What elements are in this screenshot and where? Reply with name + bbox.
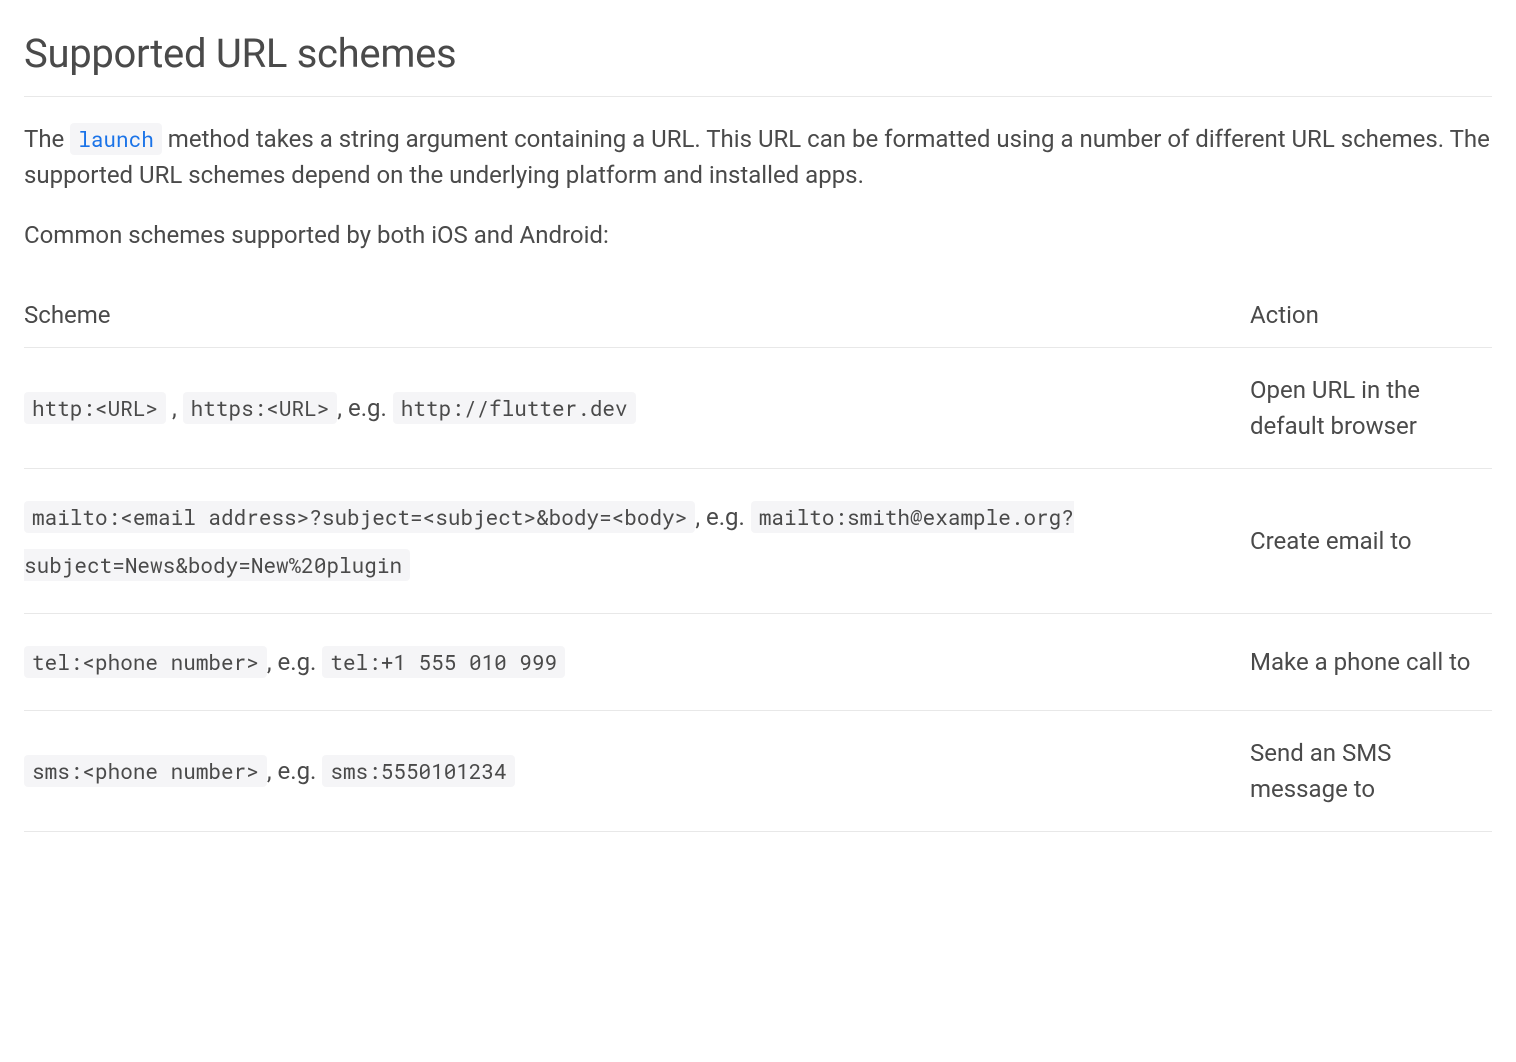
scheme-code: http:<URL> (24, 392, 166, 424)
launch-code[interactable]: launch (70, 123, 162, 155)
intro2-paragraph: Common schemes supported by both iOS and… (24, 217, 1492, 253)
table-row: tel:<phone number>, e.g. tel:+1 555 010 … (24, 614, 1492, 711)
eg-label: , e.g. (695, 503, 751, 531)
action-cell: Create email to (1230, 469, 1492, 614)
scheme-code: sms:<phone number> (24, 755, 267, 787)
scheme-cell: tel:<phone number>, e.g. tel:+1 555 010 … (24, 614, 1230, 711)
scheme-code: tel:<phone number> (24, 646, 267, 678)
joiner-text: , (166, 394, 183, 422)
scheme-cell: http:<URL> , https:<URL>, e.g. http://fl… (24, 348, 1230, 469)
intro-prefix: The (24, 125, 70, 153)
eg-label: , e.g. (337, 394, 393, 422)
scheme-code: https:<URL> (183, 392, 338, 424)
schemes-table: Scheme Action http:<URL> , https:<URL>, … (24, 283, 1492, 832)
table-row: http:<URL> , https:<URL>, e.g. http://fl… (24, 348, 1492, 469)
intro-paragraph: The launch method takes a string argumen… (24, 121, 1492, 193)
intro-suffix: method takes a string argument containin… (24, 125, 1490, 189)
th-action: Action (1230, 283, 1492, 348)
eg-label: , e.g. (267, 757, 323, 785)
section-heading: Supported URL schemes (24, 24, 1492, 97)
scheme-cell: mailto:<email address>?subject=<subject>… (24, 469, 1230, 614)
th-scheme: Scheme (24, 283, 1230, 348)
scheme-cell: sms:<phone number>, e.g. sms:5550101234 (24, 711, 1230, 832)
example-code: tel:+1 555 010 999 (322, 646, 565, 678)
example-code: sms:5550101234 (322, 755, 514, 787)
table-row: mailto:<email address>?subject=<subject>… (24, 469, 1492, 614)
example-code: http://flutter.dev (393, 392, 636, 424)
action-cell: Send an SMS message to (1230, 711, 1492, 832)
eg-label: , e.g. (267, 648, 323, 676)
action-cell: Make a phone call to (1230, 614, 1492, 711)
scheme-code: mailto:<email address>?subject=<subject>… (24, 501, 695, 533)
table-row: sms:<phone number>, e.g. sms:5550101234S… (24, 711, 1492, 832)
action-cell: Open URL in the default browser (1230, 348, 1492, 469)
